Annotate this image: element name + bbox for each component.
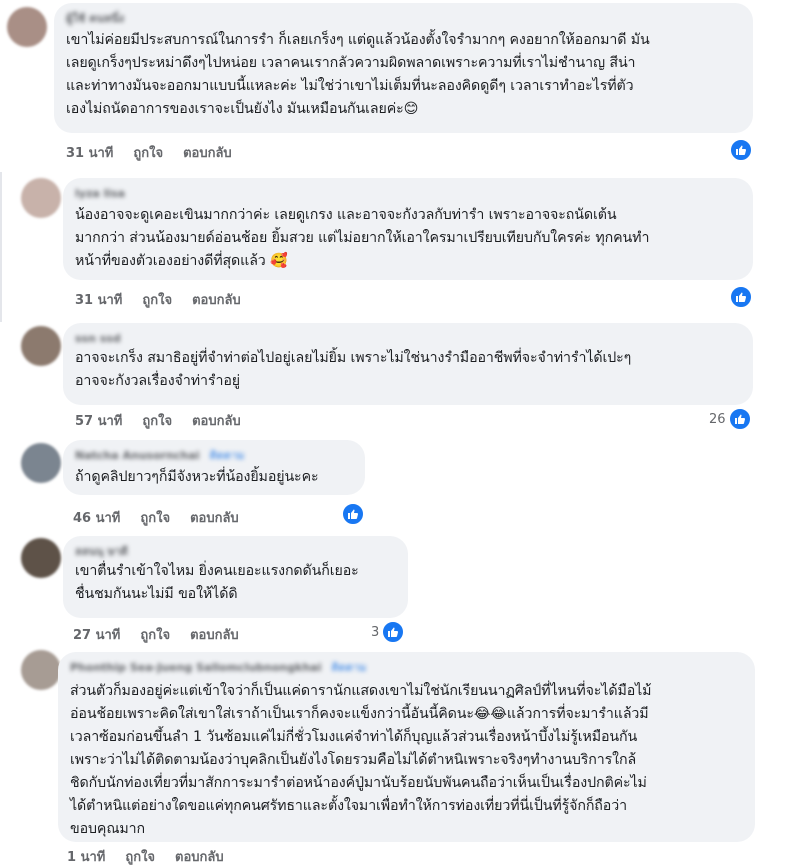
comment-bubble: Phonthip Sea-Jueng Sallomclubnongkhai ติด… bbox=[58, 652, 755, 842]
comment-bubble: lyza lisa น้องอาจจะดูเคอะเขินมากกว่าค่ะ … bbox=[63, 178, 753, 280]
thumbs-up-icon bbox=[730, 286, 752, 308]
avatar[interactable] bbox=[21, 650, 61, 690]
comment-time[interactable]: 31 นาที bbox=[75, 289, 122, 310]
comment-time[interactable]: 31 นาที bbox=[66, 142, 113, 163]
like-button[interactable]: ถูกใจ bbox=[140, 507, 170, 528]
like-button[interactable]: ถูกใจ bbox=[133, 142, 163, 163]
reaction-count: 3 bbox=[371, 624, 380, 640]
comment-bubble: Natcha Anusornchai ติดตาม ถ้าดูคลิปยาวๆก็… bbox=[63, 440, 365, 495]
comment-text: ถ้าดูคลิปยาวๆก็มีจังหวะที่น้องยิ้มอยู่นะ… bbox=[75, 469, 319, 485]
comment-time[interactable]: 27 นาที bbox=[73, 624, 120, 645]
reply-button[interactable]: ตอบกลับ bbox=[183, 142, 232, 163]
thumbs-up-icon bbox=[730, 139, 752, 161]
avatar[interactable] bbox=[21, 326, 61, 366]
comment-author[interactable]: ลลนนุ ษาดี bbox=[75, 544, 145, 560]
reply-button[interactable]: ตอบกลับ bbox=[192, 410, 241, 431]
comment-text: อาจจะเกร็ง สมาธิอยู่ที่จำท่าต่อไปอยู่เลย… bbox=[75, 350, 632, 389]
comment-author[interactable]: Natcha Anusornchai ติดตาม bbox=[75, 448, 353, 464]
comment-time[interactable]: 57 นาที bbox=[75, 410, 122, 431]
like-button[interactable]: ถูกใจ bbox=[142, 410, 172, 431]
comment-actions: 1 นาที ถูกใจ ตอบกลับ bbox=[67, 846, 224, 866]
thumbs-up-icon bbox=[728, 408, 751, 430]
comment-text: เขาตื่นรำเข้าใจไหม ยิ่งคนเยอะแรงกดดันก็เ… bbox=[75, 563, 359, 602]
like-button[interactable]: ถูกใจ bbox=[140, 624, 170, 645]
comment-bubble: ผู้ใช้ คนหนึ่ง เขาไม่ค่อยมีประสบการณ์ในก… bbox=[54, 3, 753, 133]
comment-author[interactable]: ssn ssd bbox=[75, 331, 125, 347]
thumbs-up-icon bbox=[382, 621, 405, 643]
reply-button[interactable]: ตอบกลับ bbox=[190, 624, 239, 645]
like-button[interactable]: ถูกใจ bbox=[142, 289, 172, 310]
reaction-count: 26 bbox=[709, 411, 726, 427]
avatar[interactable] bbox=[7, 7, 47, 47]
comment-actions: 46 นาที ถูกใจ ตอบกลับ bbox=[73, 507, 239, 527]
comment-text: น้องอาจจะดูเคอะเขินมากกว่าค่ะ เลยดูเกรง … bbox=[75, 207, 650, 269]
reply-button[interactable]: ตอบกลับ bbox=[192, 289, 241, 310]
thumbs-up-icon bbox=[342, 503, 364, 525]
comment-actions: 27 นาที ถูกใจ ตอบกลับ bbox=[73, 624, 239, 644]
comment-actions: 31 นาที ถูกใจ ตอบกลับ bbox=[75, 289, 241, 309]
avatar[interactable] bbox=[21, 538, 61, 578]
avatar[interactable] bbox=[21, 178, 61, 218]
comment-time[interactable]: 46 นาที bbox=[73, 507, 120, 528]
follow-link[interactable]: ติดตาม bbox=[331, 661, 366, 674]
reaction-summary[interactable] bbox=[342, 503, 364, 525]
comment-actions: 31 นาที ถูกใจ ตอบกลับ bbox=[66, 142, 232, 162]
reaction-summary[interactable] bbox=[730, 139, 752, 161]
comment-author[interactable]: Phonthip Sea-Jueng Sallomclubnongkhai ติด… bbox=[70, 660, 743, 676]
reaction-summary[interactable]: 3 bbox=[371, 621, 405, 643]
avatar[interactable] bbox=[21, 443, 61, 483]
comment-text: ส่วนตัวก็มองอยู่ค่ะแต่เข้าใจว่าก็เป็นแค่… bbox=[70, 683, 652, 837]
thread-divider bbox=[0, 172, 2, 322]
like-button[interactable]: ถูกใจ bbox=[125, 846, 155, 867]
reaction-summary[interactable] bbox=[730, 286, 752, 308]
comment-bubble: ลลนนุ ษาดี เขาตื่นรำเข้าใจไหม ยิ่งคนเยอะ… bbox=[63, 536, 408, 618]
comment-text: เขาไม่ค่อยมีประสบการณ์ในการรำ ก็เลยเกร็ง… bbox=[66, 32, 650, 117]
comment-bubble: ssn ssd อาจจะเกร็ง สมาธิอยู่ที่จำท่าต่อไ… bbox=[63, 323, 753, 405]
reply-button[interactable]: ตอบกลับ bbox=[175, 846, 224, 867]
follow-link[interactable]: ติดตาม bbox=[210, 449, 245, 462]
reaction-summary[interactable]: 26 bbox=[709, 408, 751, 430]
comment-actions: 57 นาที ถูกใจ ตอบกลับ bbox=[75, 410, 241, 430]
comment-author[interactable]: ผู้ใช้ คนหนึ่ง bbox=[66, 11, 126, 27]
comment-author[interactable]: lyza lisa bbox=[75, 186, 135, 202]
reply-button[interactable]: ตอบกลับ bbox=[190, 507, 239, 528]
comment-time[interactable]: 1 นาที bbox=[67, 846, 105, 867]
